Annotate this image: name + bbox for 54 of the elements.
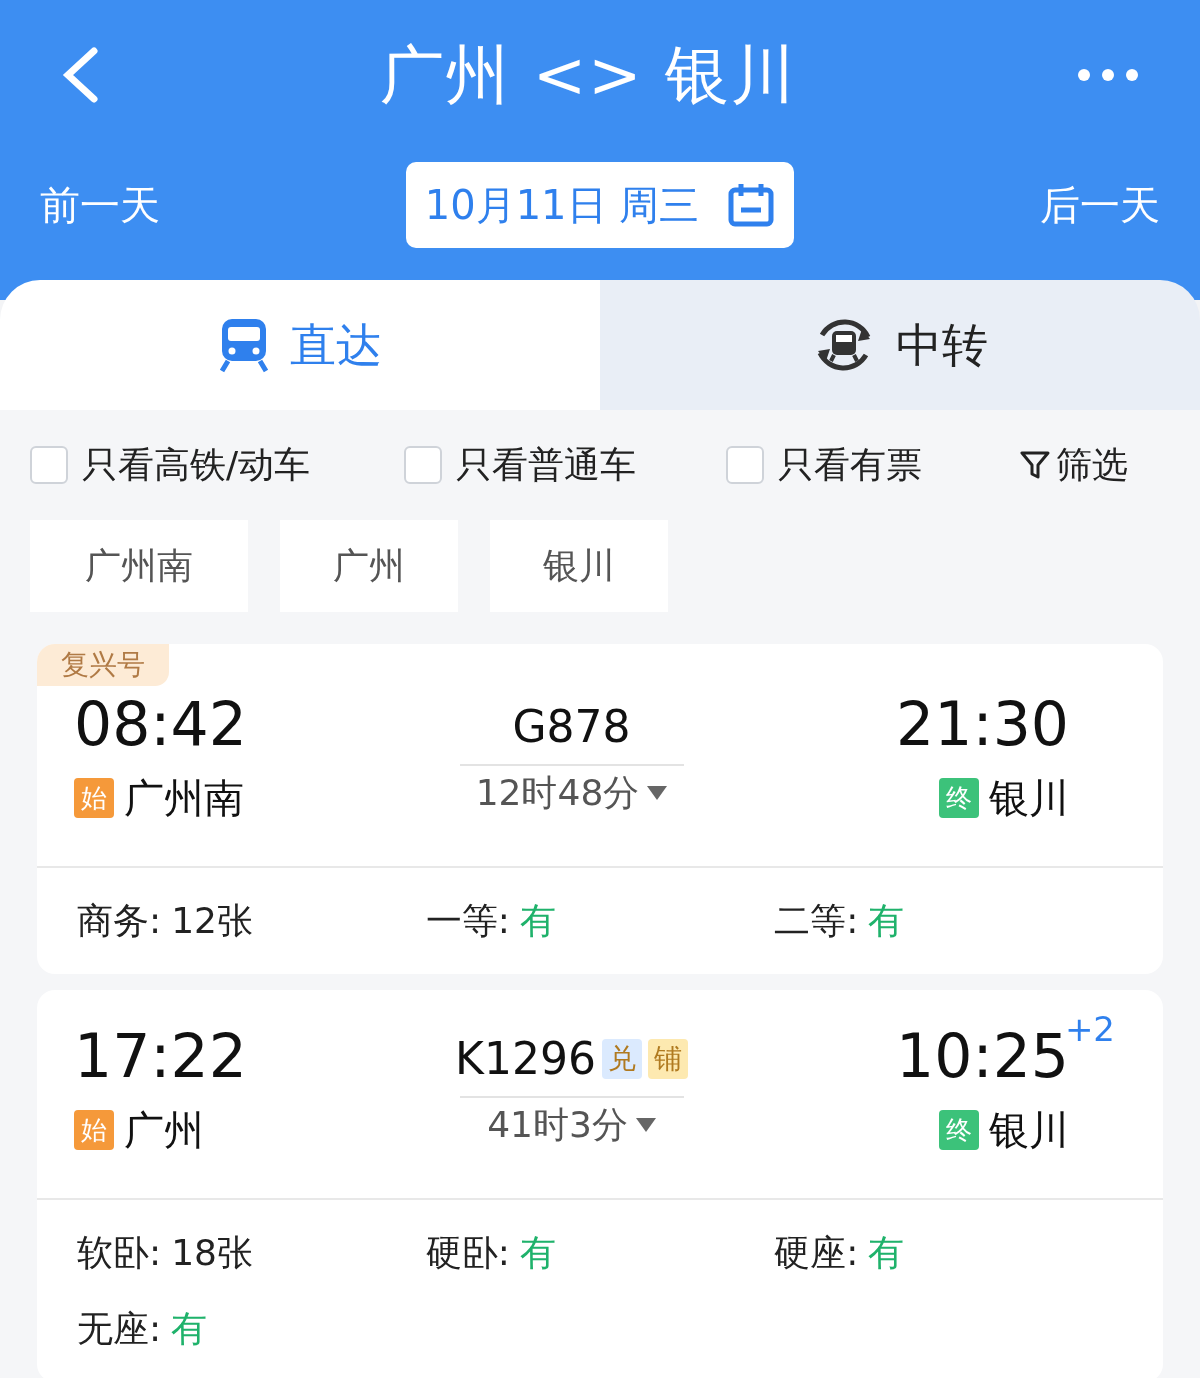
seat-availability: 有 <box>868 1231 905 1275</box>
train-badge: 兑 <box>601 1039 642 1079</box>
filter-label: 只看高铁/动车 <box>82 443 311 487</box>
caret-icon <box>647 786 668 800</box>
departure-station: 广州南 <box>124 774 244 823</box>
more-icon[interactable] <box>1076 67 1140 83</box>
departure-time: 17:22 <box>74 1020 247 1093</box>
train-card[interactable]: 复兴号 08:42 始 广州南 G878 12时48分 21:30 终 银川 商务: 12张 一等: 有 二等: 有 <box>37 644 1163 974</box>
duration-toggle[interactable]: 12时48分 <box>475 766 668 820</box>
train-tag: 复兴号 <box>37 644 169 686</box>
page-title: 广州 <> 银川 <box>379 37 797 114</box>
seat-availability: 有 <box>171 1307 208 1351</box>
train-number: G878 <box>512 700 631 754</box>
seat-availability: 有 <box>519 1231 556 1275</box>
caret-icon <box>635 1118 656 1132</box>
seat-class: 硬卧: <box>425 1231 510 1275</box>
seat-availability: 18张 <box>171 1231 253 1275</box>
filter-button[interactable]: 筛选 <box>1020 438 1128 492</box>
departure-station: 广州 <box>124 1106 204 1155</box>
filter-icon <box>1020 450 1050 480</box>
back-icon[interactable] <box>60 47 100 103</box>
end-mark: 终 <box>939 778 979 818</box>
start-mark: 始 <box>74 778 114 818</box>
station-chip[interactable]: 广州南 <box>30 520 248 612</box>
station-chip[interactable]: 银川 <box>490 520 668 612</box>
train-number: K1296 <box>455 1032 596 1086</box>
date-picker[interactable]: 10月11日 周三 <box>406 162 794 248</box>
checkbox[interactable] <box>726 446 764 484</box>
seat-class: 二等: <box>774 899 859 943</box>
seat-class: 无座: <box>77 1307 162 1351</box>
arrival-station: 银川 <box>989 1106 1069 1155</box>
station-chip[interactable]: 广州 <box>280 520 458 612</box>
checkbox[interactable] <box>30 446 68 484</box>
seat-class: 硬座: <box>774 1231 859 1275</box>
filter-label: 只看普通车 <box>456 443 636 487</box>
checkbox[interactable] <box>404 446 442 484</box>
end-mark: 终 <box>939 1110 979 1150</box>
arrival-station: 银川 <box>989 774 1069 823</box>
seat-availability: 有 <box>868 899 905 943</box>
start-mark: 始 <box>74 1110 114 1150</box>
departure-time: 08:42 <box>74 688 247 761</box>
train-icon <box>218 317 270 373</box>
seat-availability: 有 <box>519 899 556 943</box>
seat-availability: 12张 <box>171 899 253 943</box>
tab[interactable]: 中转 <box>600 280 1200 410</box>
train-badge: 铺 <box>647 1039 688 1079</box>
calendar-icon <box>727 182 776 228</box>
duration-toggle[interactable]: 41时3分 <box>487 1098 656 1152</box>
tab[interactable]: 直达 <box>0 280 600 410</box>
seat-class: 软卧: <box>77 1231 162 1275</box>
seat-class: 一等: <box>425 899 510 943</box>
arrival-time: 21:30 <box>896 689 1069 759</box>
seat-class: 商务: <box>77 899 162 943</box>
filter-label: 只看有票 <box>778 443 922 487</box>
